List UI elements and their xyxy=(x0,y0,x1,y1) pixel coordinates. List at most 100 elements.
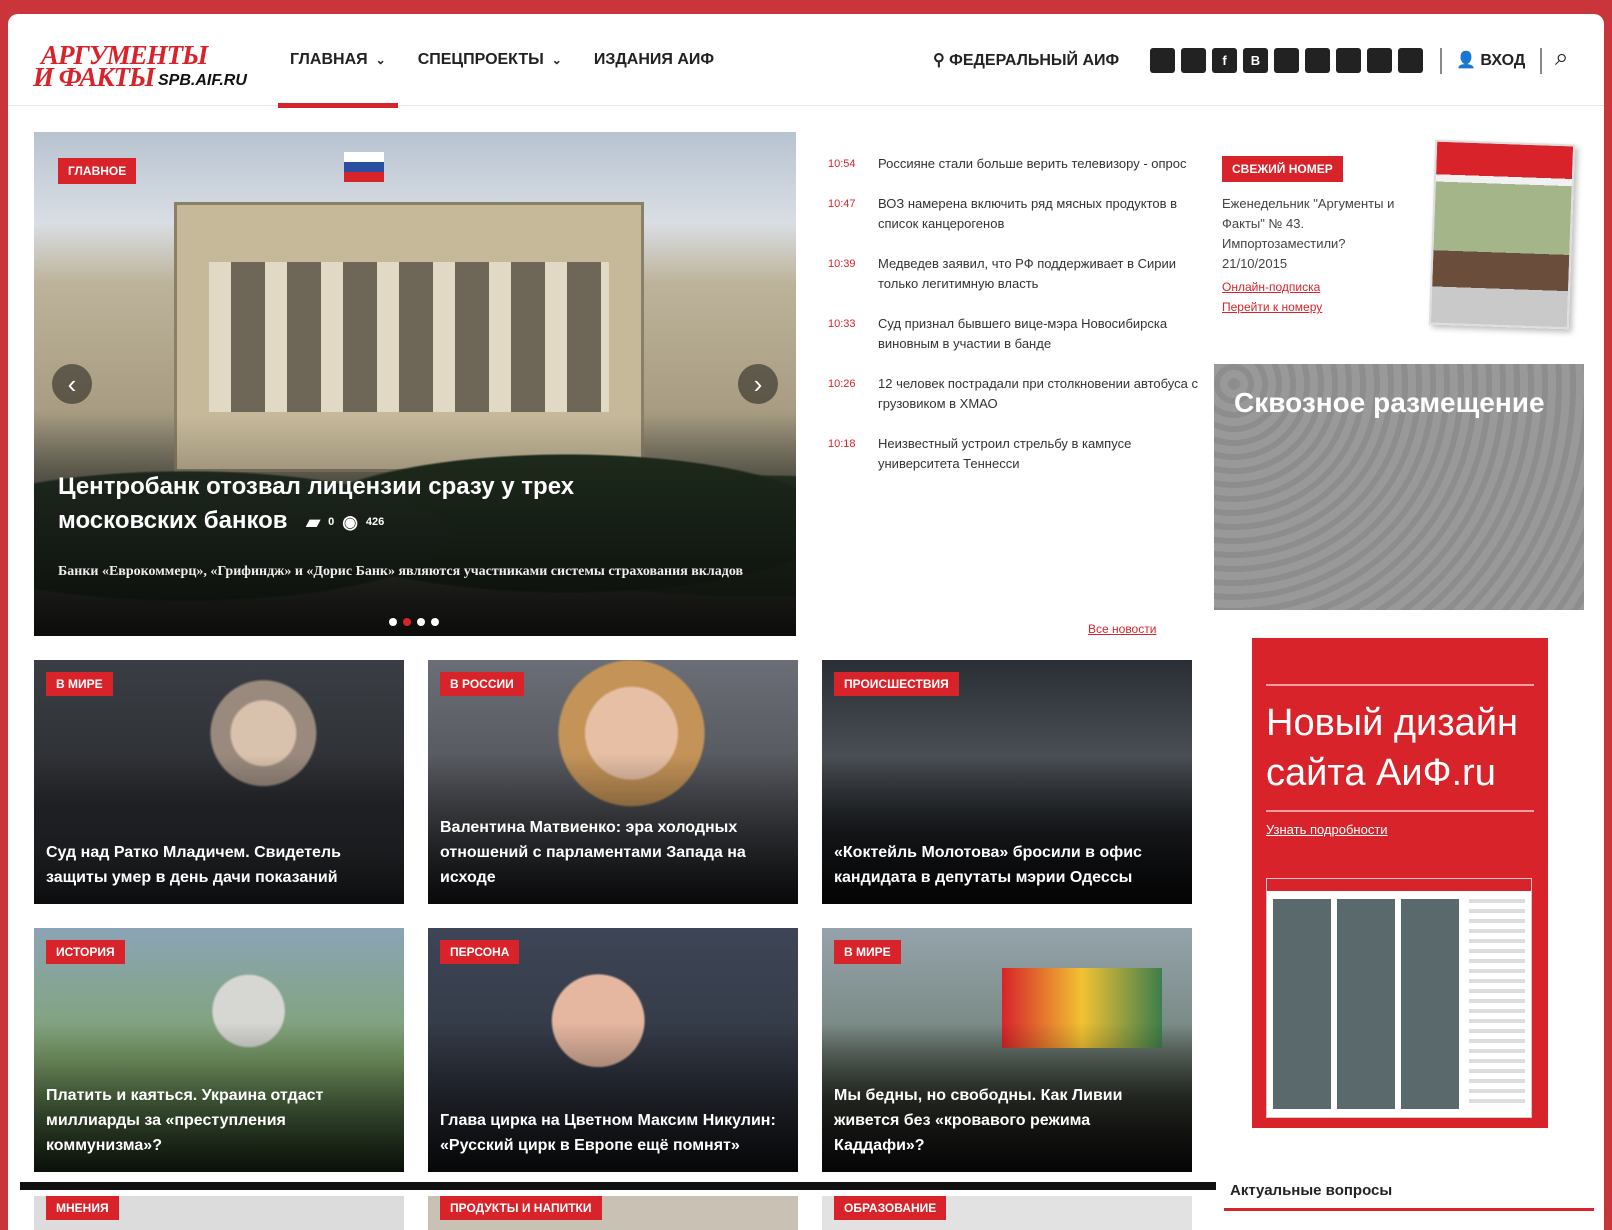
page: АРГУМЕНТЫ И ФАКТЫ SPB.AIF.RU ГЛАВНАЯ ⌄ СП… xyxy=(8,14,1604,1230)
news-item[interactable]: 10:26 12 человек пострадали при столкнове… xyxy=(828,374,1198,414)
slider-dot-active[interactable] xyxy=(403,618,411,626)
slider-prev-button[interactable]: ‹ xyxy=(52,364,92,404)
card-tag[interactable]: ОБРАЗОВАНИЕ xyxy=(834,1196,947,1220)
news-text: Суд признал бывшего вице-мэра Новосибирс… xyxy=(878,316,1168,351)
news-card[interactable]: В МИРЕ Суд над Ратко Младичем. Свидетель… xyxy=(34,660,404,904)
main-nav: ГЛАВНАЯ ⌄ СПЕЦПРОЕКТЫ ⌄ ИЗДАНИЯ АИФ xyxy=(278,14,734,108)
card-tag[interactable]: МНЕНИЯ xyxy=(46,1196,119,1220)
email-icon[interactable] xyxy=(1367,48,1392,73)
news-feed: 10:54 Россияне стали больше верить телеви… xyxy=(828,154,1198,494)
nav-home-label: ГЛАВНАЯ xyxy=(290,51,368,68)
map-pin-icon: ⚲ xyxy=(933,52,950,69)
slider-lead: Банки «Еврокоммерц», «Грифиндж» и «Дорис… xyxy=(58,564,744,579)
news-text: Неизвестный устроил стрельбу в кампусе у… xyxy=(878,436,1132,471)
card-tag[interactable]: В МИРЕ xyxy=(46,672,113,696)
youtube-icon[interactable] xyxy=(1336,48,1361,73)
news-card-partial[interactable]: ПРОДУКТЫ И НАПИТКИ xyxy=(428,1196,798,1230)
faq-underline xyxy=(1224,1208,1594,1211)
vk-icon[interactable]: В xyxy=(1243,48,1268,73)
promo-divider xyxy=(1266,684,1534,686)
issue-info: Еженедельник "Аргументы и Факты" № 43. И… xyxy=(1222,194,1402,314)
card-title[interactable]: Валентина Матвиенко: эра холодных отноше… xyxy=(440,815,786,890)
nav-specprojects[interactable]: СПЕЦПРОЕКТЫ ⌄ xyxy=(406,14,574,106)
social-links: f В xyxy=(1150,48,1423,73)
subscription-link[interactable]: Онлайн-подписка xyxy=(1222,274,1402,300)
slider-title[interactable]: Центробанк отозвал лицензии сразу у трех… xyxy=(58,470,658,539)
slider-dot[interactable] xyxy=(431,618,439,626)
card-tag[interactable]: ПРОДУКТЫ И НАПИТКИ xyxy=(440,1196,602,1220)
issue-cover-image[interactable] xyxy=(1428,139,1576,330)
faq-heading: Актуальные вопросы xyxy=(1230,1182,1393,1199)
card-title[interactable]: «Коктейль Молотова» бросили в офис канди… xyxy=(834,840,1180,890)
news-card[interactable]: ИСТОРИЯ Платить и каяться. Украина отдас… xyxy=(34,928,404,1172)
card-title[interactable]: Глава цирка на Цветном Максим Никулин: «… xyxy=(440,1108,786,1158)
eye-icon: ◉ xyxy=(342,511,358,532)
issue-tag[interactable]: СВЕЖИЙ НОМЕР xyxy=(1222,156,1343,182)
region-selector[interactable]: ⚲ ФЕДЕРАЛЬНЫЙ АИФ xyxy=(933,50,1119,70)
views-count: 426 xyxy=(365,515,385,528)
news-item[interactable]: 10:39 Медведев заявил, что РФ поддерживае… xyxy=(828,254,1198,294)
nav-editions[interactable]: ИЗДАНИЯ АИФ xyxy=(582,14,726,106)
divider-bar xyxy=(20,1182,1216,1190)
nav-editions-label: ИЗДАНИЯ АИФ xyxy=(593,51,715,68)
promo-screenshot xyxy=(1266,878,1532,1118)
news-card-partial[interactable]: МНЕНИЯ xyxy=(34,1196,404,1230)
flag-image xyxy=(344,152,384,182)
header-divider xyxy=(1540,48,1542,74)
news-card-partial[interactable]: ОБРАЗОВАНИЕ xyxy=(822,1196,1192,1230)
news-text: Медведев заявил, что РФ поддерживает в С… xyxy=(878,256,1177,291)
banner-ad-text: Сквозное размещение xyxy=(1234,387,1545,418)
chevron-down-icon: ⌄ xyxy=(551,53,562,67)
chevron-down-icon: ⌄ xyxy=(375,53,386,67)
news-item[interactable]: 10:33 Суд признал бывшего вице-мэра Новос… xyxy=(828,314,1198,354)
screenshot-sidebar xyxy=(1469,899,1525,1109)
main-slider[interactable]: ГЛАВНОЕ Центробанк отозвал лицензии сраз… xyxy=(34,132,796,636)
facebook-icon[interactable]: f xyxy=(1212,48,1237,73)
nav-specprojects-label: СПЕЦПРОЕКТЫ xyxy=(417,51,544,68)
rss-icon[interactable] xyxy=(1398,48,1423,73)
news-card[interactable]: В МИРЕ Мы бедны, но свободны. Как Ливии … xyxy=(822,928,1192,1172)
site-header: АРГУМЕНТЫ И ФАКТЫ SPB.AIF.RU ГЛАВНАЯ ⌄ СП… xyxy=(8,14,1604,108)
logo-site-name: SPB.AIF.RU xyxy=(158,72,247,89)
site-logo[interactable]: АРГУМЕНТЫ И ФАКТЫ SPB.AIF.RU xyxy=(33,42,263,94)
twitter-icon[interactable] xyxy=(1305,48,1330,73)
news-card[interactable]: В РОССИИ Валентина Матвиенко: эра холодн… xyxy=(428,660,798,904)
login-button[interactable]: 👤 ВХОД xyxy=(1456,50,1525,70)
nav-home[interactable]: ГЛАВНАЯ ⌄ xyxy=(278,14,398,108)
news-item[interactable]: 10:18 Неизвестный устроил стрельбу в камп… xyxy=(828,434,1198,474)
slider-meta: ▰ 0 ◉ 426 xyxy=(306,505,384,539)
card-title[interactable]: Суд над Ратко Младичем. Свидетель защиты… xyxy=(46,840,392,890)
user-icon: 👤 xyxy=(1456,52,1481,69)
card-title[interactable]: Платить и каяться. Украина отдаст миллиа… xyxy=(46,1083,392,1158)
banner-ad[interactable]: Сквозное размещение xyxy=(1214,364,1584,610)
comment-icon: ▰ xyxy=(306,511,321,532)
apple-icon[interactable] xyxy=(1150,48,1175,73)
card-title[interactable]: Мы бедны, но свободны. Как Ливии живется… xyxy=(834,1083,1180,1158)
news-card[interactable]: ПРОИСШЕСТВИЯ «Коктейль Молотова» бросили… xyxy=(822,660,1192,904)
card-tag[interactable]: В МИРЕ xyxy=(834,940,901,964)
card-tag[interactable]: ИСТОРИЯ xyxy=(46,940,125,964)
card-tag[interactable]: ПРОИСШЕСТВИЯ xyxy=(834,672,959,696)
promo-title: Новый дизайн сайта АиФ.ru xyxy=(1266,702,1519,794)
redesign-promo[interactable]: Новый дизайн сайта АиФ.ru Узнать подробн… xyxy=(1252,638,1548,1128)
search-icon[interactable]: ⌕ xyxy=(1555,44,1568,72)
promo-more-link[interactable]: Узнать подробности xyxy=(1266,822,1388,837)
news-card[interactable]: ПЕРСОНА Глава цирка на Цветном Максим Ни… xyxy=(428,928,798,1172)
comments-count: 0 xyxy=(328,515,335,528)
mail-ru-icon[interactable] xyxy=(1274,48,1299,73)
all-news-link[interactable]: Все новости xyxy=(1088,622,1156,636)
card-tag[interactable]: В РОССИИ xyxy=(440,672,524,696)
slider-dot[interactable] xyxy=(389,618,397,626)
news-item[interactable]: 10:54 Россияне стали больше верить телеви… xyxy=(828,154,1198,174)
go-to-issue-link[interactable]: Перейти к номеру xyxy=(1222,300,1402,314)
news-text: ВОЗ намерена включить ряд мясных продукт… xyxy=(878,196,1178,231)
news-item[interactable]: 10:47 ВОЗ намерена включить ряд мясных пр… xyxy=(828,194,1198,234)
slider-tag[interactable]: ГЛАВНОЕ xyxy=(58,158,137,184)
odnoklassniki-icon[interactable] xyxy=(1181,48,1206,73)
logo-line2: И ФАКТЫ xyxy=(33,62,155,92)
news-time: 10:26 xyxy=(828,378,856,390)
card-tag[interactable]: ПЕРСОНА xyxy=(440,940,520,964)
news-time: 10:18 xyxy=(828,438,856,450)
slider-next-button[interactable]: › xyxy=(738,364,778,404)
slider-dot[interactable] xyxy=(417,618,425,626)
